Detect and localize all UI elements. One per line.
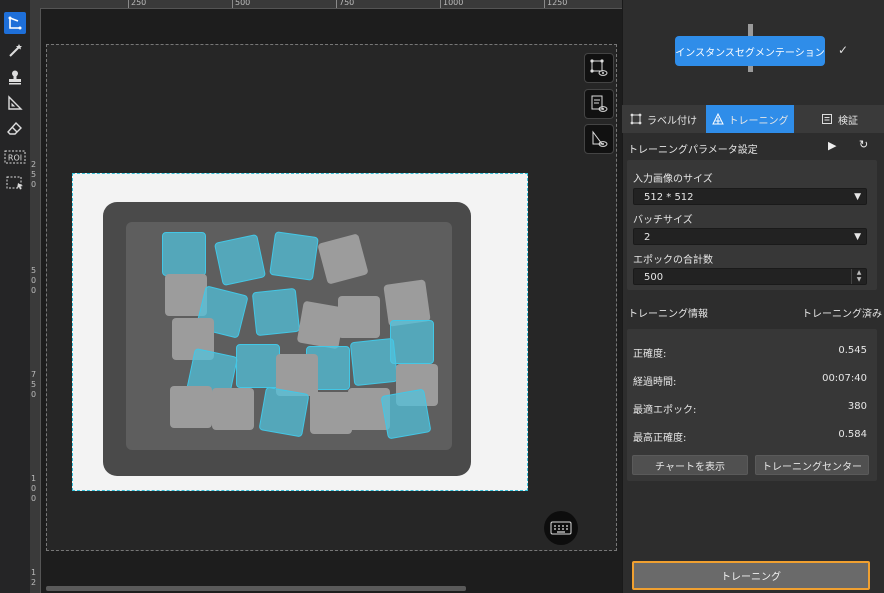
ruler-label: 0	[31, 180, 37, 189]
eraser-tool-button[interactable]	[4, 118, 26, 140]
reset-icon[interactable]: ↻	[859, 138, 868, 151]
instance-mask[interactable]	[349, 337, 399, 387]
mask-visibility-icon	[592, 130, 608, 147]
ruler-label: 1	[31, 568, 37, 577]
tool-sidebar: ROI	[0, 0, 30, 593]
ruler-label: 5	[31, 170, 37, 179]
instance-mask[interactable]	[258, 386, 310, 438]
ruler-label: 0	[31, 494, 37, 503]
mask-visibility-button[interactable]	[584, 124, 614, 154]
roi-icon: ROI	[4, 150, 26, 164]
keyboard-button[interactable]	[544, 511, 578, 545]
check-icon: ✓	[838, 43, 849, 57]
part	[310, 392, 352, 434]
polygon-visibility-icon	[590, 59, 608, 76]
accuracy-value: 0.545	[838, 345, 867, 356]
horizontal-scrollbar[interactable]	[46, 586, 466, 591]
training-center-button[interactable]: トレーニングセンター	[755, 455, 869, 475]
ruler-label: 500	[235, 0, 251, 7]
part	[212, 388, 254, 430]
instance-mask[interactable]	[251, 287, 301, 337]
train-button[interactable]: トレーニング	[632, 561, 870, 590]
mode-button[interactable]: インスタンスセグメンテーション	[675, 36, 825, 66]
tab-labeling[interactable]: ラベル付け	[622, 105, 705, 133]
instance-mask[interactable]	[390, 320, 434, 364]
ruler-label: 1	[31, 474, 37, 483]
part	[338, 296, 380, 338]
keyboard-icon	[550, 521, 572, 535]
best-accuracy-value: 0.584	[838, 429, 867, 440]
instance-mask[interactable]	[236, 344, 280, 388]
accuracy-label: 正確度:	[633, 349, 667, 360]
input-size-value: 512 * 512	[644, 192, 694, 203]
polygon-tool-button[interactable]	[4, 12, 26, 34]
instance-mask[interactable]	[162, 232, 206, 276]
ruler-label: 1000	[443, 0, 464, 7]
measure-tool-button[interactable]	[4, 92, 26, 114]
best-epoch-value: 380	[847, 401, 867, 412]
chevron-down-icon: ▼	[854, 232, 861, 242]
ruler-label: 2	[31, 160, 37, 169]
ruler-label: 0	[31, 276, 37, 285]
vertical-ruler: 2 5 0 5 0 0 7 5 0 1 0 0 1 2	[30, 8, 41, 593]
elapsed-value: 00:07:40	[822, 373, 867, 384]
input-size-label: 入力画像のサイズ	[633, 174, 713, 185]
horizontal-ruler: 250 500 750 1000 1250	[30, 0, 622, 9]
stamp-icon	[9, 70, 21, 85]
ruler-label: 1250	[547, 0, 568, 7]
verify-icon	[822, 114, 832, 124]
play-icon[interactable]: ▶	[828, 139, 836, 152]
magic-wand-button[interactable]	[4, 40, 26, 62]
ruler-label: 7	[31, 370, 37, 379]
tab-training-label: トレーニング	[728, 115, 789, 127]
batch-size-label: バッチサイズ	[633, 215, 693, 226]
ruler-label: 250	[131, 0, 147, 7]
ruler-label: 0	[31, 390, 37, 399]
ruler-label: 0	[31, 286, 37, 295]
tab-verify-label: 検証	[838, 115, 858, 127]
label-visibility-button[interactable]	[584, 89, 614, 119]
tab-verify[interactable]: 検証	[795, 105, 884, 133]
polygon-tool-icon	[8, 16, 22, 30]
stamp-tool-button[interactable]	[4, 66, 26, 88]
instance-mask[interactable]	[213, 233, 267, 287]
params-header: トレーニングパラメータ設定	[628, 145, 758, 156]
batch-size-select[interactable]: 2 ▼	[633, 228, 867, 245]
training-icon	[711, 113, 724, 125]
polygon-visibility-button[interactable]	[584, 53, 614, 83]
ruler-label: 5	[31, 380, 37, 389]
ruler-label: 5	[31, 266, 37, 275]
eraser-icon	[7, 121, 22, 135]
spin-arrows-icon[interactable]: ▲ ▼	[851, 269, 866, 284]
input-size-select[interactable]: 512 * 512 ▼	[633, 188, 867, 205]
epoch-label: エポックの合計数	[633, 255, 713, 266]
elapsed-label: 経過時間:	[633, 377, 677, 388]
ruler-label: 0	[31, 484, 37, 493]
part	[170, 386, 212, 428]
tab-labeling-label: ラベル付け	[647, 115, 697, 127]
label-visibility-icon	[591, 95, 608, 112]
roi-tool-button[interactable]: ROI	[4, 146, 26, 168]
ruler-label: 2	[31, 578, 37, 587]
ruler-label: 750	[339, 0, 355, 7]
epoch-value: 500	[644, 272, 664, 283]
tab-training[interactable]: トレーニング	[706, 105, 794, 133]
instance-mask[interactable]	[380, 388, 432, 440]
instance-mask[interactable]	[269, 231, 319, 281]
epoch-spinbox[interactable]: 500 ▲ ▼	[633, 268, 867, 285]
label-icon	[630, 113, 642, 125]
magic-wand-icon	[9, 44, 22, 57]
best-epoch-label: 最適エポック:	[633, 405, 697, 416]
image-select-button[interactable]	[4, 172, 26, 194]
chevron-down-icon: ▼	[854, 192, 861, 202]
roi-label: ROI	[8, 154, 22, 163]
best-accuracy-label: 最高正確度:	[633, 433, 687, 444]
show-chart-button[interactable]: チャートを表示	[632, 455, 748, 475]
ruler-triangle-icon	[8, 95, 23, 110]
info-header: トレーニング情報	[628, 309, 708, 320]
training-status: トレーニング済み	[802, 309, 882, 320]
right-panel	[622, 0, 884, 593]
batch-size-value: 2	[644, 232, 651, 243]
image-select-icon	[6, 176, 23, 190]
